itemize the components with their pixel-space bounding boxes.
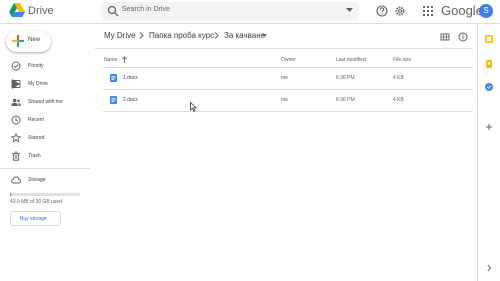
sidebar-item-shared[interactable]: Shared with me: [0, 96, 90, 110]
tasks-icon[interactable]: [485, 83, 493, 91]
search-bar[interactable]: Search in Drive: [101, 2, 359, 20]
search-icon[interactable]: [107, 5, 119, 17]
column-header-modified[interactable]: Last modified: [336, 57, 366, 63]
table-row[interactable]: 1.docx me 6:36 PM 4 KB: [103, 68, 473, 90]
file-owner: me: [281, 75, 288, 81]
search-options-icon[interactable]: [346, 8, 353, 13]
search-input[interactable]: Search in Drive: [122, 6, 170, 13]
table-row[interactable]: 2.docx me 6:36 PM 4 KB: [103, 90, 473, 112]
buy-storage-label: Buy storage: [20, 216, 47, 222]
sidebar-item-label: Starred: [28, 135, 45, 141]
sidebar-item-trash[interactable]: Trash: [0, 150, 90, 164]
sidebar-item-label: Recent: [28, 117, 44, 123]
chevron-down-icon[interactable]: [262, 34, 267, 38]
top-bar: Drive Search in Drive Google S: [0, 0, 500, 24]
priority-icon: [11, 61, 21, 71]
column-header-owner[interactable]: Owner: [281, 57, 296, 63]
breadcrumb-current-folder[interactable]: За качване: [224, 31, 265, 40]
sidebar-item-starred[interactable]: Starred: [0, 132, 90, 146]
trash-icon: [12, 151, 20, 161]
breadcrumb-my-drive[interactable]: My Drive: [104, 31, 136, 40]
apps-grid-icon[interactable]: [422, 5, 434, 17]
chevron-right-icon[interactable]: [485, 264, 493, 272]
mouse-pointer-icon: [190, 102, 197, 112]
new-button[interactable]: New: [6, 31, 51, 52]
storage-meter-fill: [10, 193, 12, 196]
file-modified: 6:36 PM: [336, 75, 355, 81]
docs-file-icon: [110, 96, 117, 104]
column-header-name[interactable]: Name: [104, 57, 117, 63]
google-logo[interactable]: Google: [441, 3, 483, 18]
side-panel: [477, 24, 500, 281]
sidebar-item-priority[interactable]: Priority: [0, 60, 90, 74]
sidebar-item-my-drive[interactable]: My Drive: [0, 78, 90, 92]
account-avatar[interactable]: S: [479, 4, 493, 18]
file-modified: 6:36 PM: [336, 97, 355, 103]
sort-arrow-icon[interactable]: [122, 56, 127, 63]
sidebar-item-label: Storage: [28, 177, 46, 183]
new-button-label: New: [28, 37, 41, 43]
sidebar-item-label: Trash: [28, 153, 41, 159]
chevron-right-icon: [214, 32, 219, 39]
breadcrumb-parent-folder[interactable]: Папка проба курс: [149, 31, 214, 40]
storage-usage-text: 43.9 MB of 30 GB used: [10, 199, 62, 205]
keep-icon[interactable]: [485, 60, 493, 68]
sidebar-item-label: My Drive: [28, 81, 48, 87]
star-icon: [11, 133, 21, 143]
file-size: 4 KB: [393, 75, 404, 81]
help-icon[interactable]: [376, 5, 388, 17]
my-drive-icon: [11, 80, 21, 88]
sidebar-item-label: Priority: [28, 63, 44, 69]
plus-icon: [12, 35, 24, 47]
storage-meter: [10, 193, 80, 196]
clock-icon: [11, 115, 21, 125]
sidebar-item-label: Shared with me: [28, 99, 63, 105]
column-header-size[interactable]: File size: [393, 57, 411, 63]
sidebar-divider: [0, 168, 90, 169]
settings-icon[interactable]: [394, 5, 406, 17]
cloud-icon: [11, 176, 21, 184]
file-owner: me: [281, 97, 288, 103]
add-addon-icon[interactable]: [485, 123, 493, 131]
file-name[interactable]: 2.docx: [123, 97, 138, 103]
file-name[interactable]: 1.docx: [123, 75, 138, 81]
buy-storage-button[interactable]: Buy storage: [10, 211, 61, 226]
file-size: 4 KB: [393, 97, 404, 103]
info-icon[interactable]: [458, 32, 468, 42]
toolbar-divider: [95, 48, 473, 49]
docs-file-icon: [110, 74, 117, 82]
calendar-icon[interactable]: [485, 35, 493, 43]
grid-view-icon[interactable]: [440, 32, 450, 42]
drive-logo-icon[interactable]: [9, 3, 25, 17]
shared-icon: [11, 98, 21, 106]
chevron-right-icon: [139, 32, 144, 39]
sidebar-item-storage[interactable]: Storage: [0, 174, 90, 188]
sidebar-item-recent[interactable]: Recent: [0, 114, 90, 128]
app-title[interactable]: Drive: [28, 5, 54, 17]
